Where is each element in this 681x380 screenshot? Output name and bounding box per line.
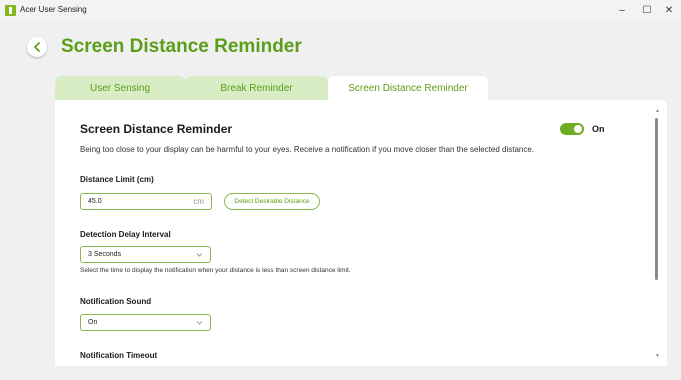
tab-screen-distance-reminder[interactable]: Screen Distance Reminder — [328, 76, 488, 100]
delay-interval-select[interactable]: 3 Seconds — [80, 246, 211, 263]
sound-value: On — [88, 319, 98, 326]
delay-value: 3 Seconds — [88, 251, 122, 258]
app-logo-icon — [5, 5, 16, 16]
scrollbar[interactable]: ▲ ▼ — [653, 108, 661, 362]
distance-unit: cm — [193, 197, 204, 206]
minimize-button[interactable]: – — [610, 2, 634, 20]
delay-interval-label: Detection Delay Interval — [80, 230, 171, 239]
section-description: Being too close to your display can be h… — [80, 145, 535, 154]
notification-sound-select[interactable]: On — [80, 314, 211, 331]
scroll-up-icon[interactable]: ▲ — [655, 108, 660, 114]
chevron-down-icon — [196, 321, 203, 325]
distance-limit-input[interactable]: 45.0 cm — [80, 193, 212, 210]
tab-break-reminder[interactable]: Break Reminder — [185, 76, 328, 100]
notification-timeout-label: Notification Timeout — [80, 351, 158, 360]
window-title: Acer User Sensing — [20, 5, 87, 14]
chevron-down-icon — [196, 253, 203, 257]
close-button[interactable]: ✕ — [657, 2, 681, 20]
delay-hint: Select the time to display the notificat… — [80, 267, 351, 274]
chevron-left-icon — [34, 42, 40, 52]
tab-user-sensing[interactable]: User Sensing — [55, 76, 185, 100]
page-title: Screen Distance Reminder — [61, 36, 302, 57]
reminder-toggle[interactable] — [560, 123, 584, 135]
notification-sound-label: Notification Sound — [80, 297, 152, 306]
scroll-down-icon[interactable]: ▼ — [655, 353, 660, 359]
settings-panel: Screen Distance Reminder On Being too cl… — [55, 100, 667, 366]
maximize-button[interactable]: ☐ — [635, 2, 659, 20]
detect-distance-button[interactable]: Detect Desirable Distance — [224, 193, 320, 210]
distance-limit-label: Distance Limit (cm) — [80, 175, 154, 184]
scroll-thumb[interactable] — [655, 118, 658, 280]
distance-value: 45.0 — [88, 198, 102, 205]
toggle-label: On — [592, 124, 605, 134]
section-title: Screen Distance Reminder — [80, 122, 233, 136]
title-bar: Acer User Sensing – ☐ ✕ — [0, 0, 681, 22]
back-button[interactable] — [27, 37, 47, 57]
